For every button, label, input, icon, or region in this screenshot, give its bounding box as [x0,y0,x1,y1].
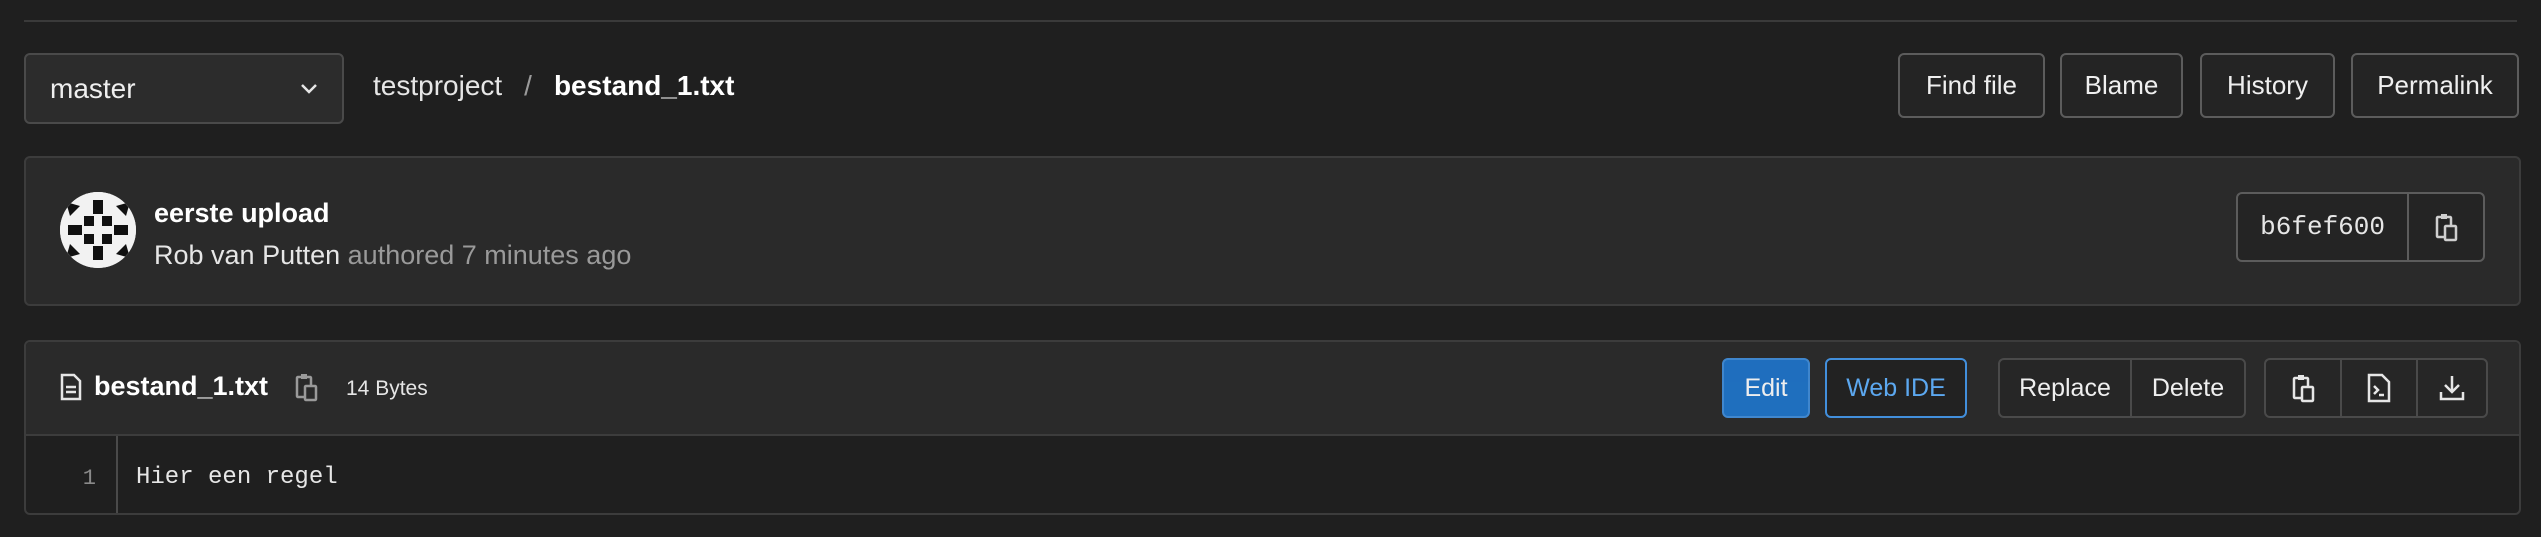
download-icon [2439,376,2465,401]
file-text-icon [60,373,82,401]
commit-time: authored 7 minutes ago [347,240,632,270]
avatar[interactable] [60,192,136,268]
raw-file-icon [2367,373,2391,403]
file-actions-group [2264,358,2488,418]
branch-name: master [50,72,136,104]
edit-button[interactable]: Edit [1722,358,1810,418]
line-number[interactable]: 1 [83,466,96,491]
code-line: Hier een regel [136,464,338,491]
clipboard-icon [2292,375,2315,403]
clipboard-icon [295,374,318,402]
file-name: bestand_1.txt [94,371,269,401]
replace-button[interactable]: Replace [2000,360,2130,416]
file-header: bestand_1.txt 14 Bytes Edit Web IDE Repl… [26,342,2519,436]
breadcrumb-project[interactable]: testproject [373,70,502,102]
commit-author[interactable]: Rob van Putten [154,240,340,270]
replace-delete-group: Replace Delete [1998,358,2246,418]
clipboard-icon [2435,214,2458,242]
download-button[interactable] [2416,360,2486,416]
breadcrumb-file[interactable]: bestand_1.txt [554,70,735,102]
line-gutter: 1 [26,436,118,513]
find-file-button[interactable]: Find file [1898,53,2045,118]
file-viewer: bestand_1.txt 14 Bytes Edit Web IDE Repl… [24,340,2521,515]
avatar-identicon [60,192,136,268]
last-commit-panel: eerste upload Rob van Putten authored 7 … [24,156,2521,306]
blame-button[interactable]: Blame [2060,53,2183,118]
commit-sha-group: b6fef600 [2236,192,2485,262]
commit-title[interactable]: eerste upload [154,198,330,229]
copy-path-button[interactable] [294,372,318,402]
breadcrumb-separator: / [524,70,532,101]
top-divider [24,20,2517,22]
file-title: bestand_1.txt [60,371,268,402]
history-button[interactable]: History [2200,53,2335,118]
file-size: 14 Bytes [346,377,428,400]
commit-sha[interactable]: b6fef600 [2238,194,2409,260]
breadcrumb: testproject / bestand_1.txt [373,70,734,102]
copy-sha-button[interactable] [2409,194,2483,260]
delete-button[interactable]: Delete [2130,360,2244,416]
commit-meta: Rob van Putten authored 7 minutes ago [154,240,631,271]
code-area[interactable]: 1 Hier een regel [26,436,2519,513]
web-ide-button[interactable]: Web IDE [1825,358,1967,418]
chevron-down-icon [300,83,318,95]
permalink-button[interactable]: Permalink [2351,53,2519,118]
open-raw-button[interactable] [2340,360,2416,416]
copy-contents-button[interactable] [2266,360,2340,416]
branch-dropdown[interactable]: master [24,53,344,124]
